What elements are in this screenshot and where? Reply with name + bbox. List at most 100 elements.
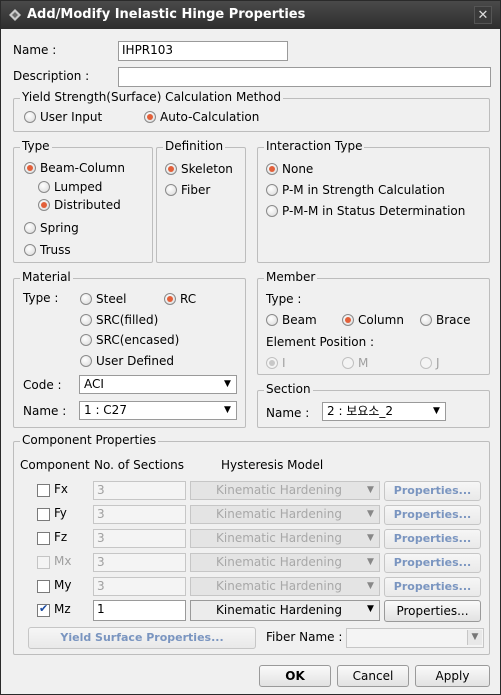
steel-radio[interactable]: Steel bbox=[80, 291, 126, 307]
interaction-pmm-radio[interactable]: P-M-M in Status Determination bbox=[266, 203, 465, 219]
element-position-label: Element Position : bbox=[266, 335, 375, 349]
fx-label: Fx bbox=[54, 482, 69, 496]
src-filled-radio[interactable]: SRC(filled) bbox=[80, 312, 158, 328]
description-label: Description : bbox=[13, 69, 90, 83]
fy-checkbox[interactable] bbox=[37, 508, 50, 521]
material-type-label: Type : bbox=[23, 291, 59, 305]
chevron-down-icon: ▼ bbox=[220, 377, 235, 392]
radio-dot bbox=[144, 111, 156, 123]
mz-label: Mz bbox=[54, 602, 71, 616]
chevron-down-icon: ▼ bbox=[363, 579, 378, 594]
column-radio[interactable]: Column bbox=[342, 312, 404, 328]
user-input-radio[interactable]: User Input bbox=[24, 109, 102, 125]
rc-radio[interactable]: RC bbox=[164, 291, 196, 307]
lumped-radio[interactable]: Lumped bbox=[38, 179, 102, 195]
mx-properties-button[interactable]: Properties... bbox=[384, 553, 481, 573]
mx-label: Mx bbox=[54, 554, 72, 568]
name-label: Name : bbox=[13, 43, 57, 57]
mz-properties-button[interactable]: Properties... bbox=[384, 600, 481, 622]
definition-title: Definition bbox=[163, 139, 226, 153]
interaction-none-radio[interactable]: None bbox=[266, 161, 313, 177]
yield-method-title: Yield Strength(Surface) Calculation Meth… bbox=[20, 90, 283, 104]
close-icon[interactable]: ✕ bbox=[474, 6, 492, 24]
beam-radio[interactable]: Beam bbox=[266, 312, 317, 328]
fiber-name-label: Fiber Name : bbox=[266, 630, 343, 644]
chevron-down-icon: ▼ bbox=[363, 531, 378, 546]
title-bar[interactable]: Add/Modify Inelastic Hinge Properties ✕ bbox=[1, 1, 500, 29]
mz-sections-field[interactable]: 1 bbox=[93, 600, 186, 621]
mz-checkbox[interactable] bbox=[37, 602, 50, 617]
interaction-type-group: Interaction Type None P-M in Strength Ca… bbox=[257, 139, 490, 263]
description-field[interactable] bbox=[118, 67, 491, 87]
chevron-down-icon: ▼ bbox=[467, 630, 482, 645]
position-m-radio[interactable]: M bbox=[342, 355, 368, 371]
user-defined-radio[interactable]: User Defined bbox=[80, 353, 174, 369]
mx-checkbox[interactable] bbox=[37, 556, 50, 569]
my-hysteresis-dropdown[interactable]: Kinematic Hardening ▼ bbox=[190, 577, 380, 596]
member-type-label: Type : bbox=[266, 292, 302, 306]
cancel-button[interactable]: Cancel bbox=[337, 665, 409, 687]
my-properties-button[interactable]: Properties... bbox=[384, 577, 481, 597]
position-i-radio[interactable]: I bbox=[266, 355, 286, 371]
position-j-radio[interactable]: J bbox=[420, 355, 440, 371]
section-title: Section bbox=[264, 382, 313, 396]
section-name-dropdown[interactable]: 2 : 보요소_2 ▼ bbox=[322, 402, 446, 421]
fy-sections-field[interactable]: 3 bbox=[93, 505, 186, 524]
fz-checkbox[interactable] bbox=[37, 532, 50, 545]
apply-button[interactable]: Apply bbox=[415, 665, 490, 687]
skeleton-radio[interactable]: Skeleton bbox=[165, 161, 233, 177]
type-title: Type bbox=[20, 139, 52, 153]
fy-hysteresis-dropdown[interactable]: Kinematic Hardening ▼ bbox=[190, 505, 380, 524]
member-title: Member bbox=[264, 270, 318, 284]
name-field[interactable]: IHPR103 bbox=[118, 41, 288, 61]
section-name-label: Name : bbox=[266, 406, 310, 420]
interaction-pm-radio[interactable]: P-M in Strength Calculation bbox=[266, 182, 445, 198]
src-encased-radio[interactable]: SRC(encased) bbox=[80, 332, 179, 348]
code-dropdown[interactable]: ACI ▼ bbox=[79, 375, 237, 394]
component-properties-group: Component Properties Component No. of Se… bbox=[13, 433, 490, 655]
dialog-window: Add/Modify Inelastic Hinge Properties ✕ … bbox=[0, 0, 501, 695]
my-sections-field[interactable]: 3 bbox=[93, 577, 186, 596]
yield-method-group: Yield Strength(Surface) Calculation Meth… bbox=[13, 90, 490, 132]
fx-sections-field[interactable]: 3 bbox=[93, 481, 186, 500]
mx-hysteresis-dropdown[interactable]: Kinematic Hardening ▼ bbox=[190, 553, 380, 572]
material-title: Material bbox=[20, 270, 73, 284]
column-header-sections: No. of Sections bbox=[94, 458, 184, 472]
fz-hysteresis-dropdown[interactable]: Kinematic Hardening ▼ bbox=[190, 529, 380, 548]
chevron-down-icon: ▼ bbox=[429, 404, 444, 419]
chevron-down-icon: ▼ bbox=[220, 403, 235, 418]
material-name-label: Name : bbox=[23, 404, 67, 418]
beam-column-radio[interactable]: Beam-Column bbox=[24, 160, 125, 176]
fiber-name-dropdown[interactable]: ▼ bbox=[346, 628, 484, 648]
fy-properties-button[interactable]: Properties... bbox=[384, 505, 481, 525]
fz-properties-button[interactable]: Properties... bbox=[384, 529, 481, 549]
column-header-component: Component bbox=[20, 458, 90, 472]
spring-radio[interactable]: Spring bbox=[24, 220, 79, 236]
fx-hysteresis-dropdown[interactable]: Kinematic Hardening ▼ bbox=[190, 481, 380, 500]
my-label: My bbox=[54, 578, 72, 592]
brace-radio[interactable]: Brace bbox=[420, 312, 471, 328]
fx-properties-button[interactable]: Properties... bbox=[384, 481, 481, 501]
chevron-down-icon: ▼ bbox=[363, 507, 378, 522]
member-group: Member Type : Beam Column Brace Element … bbox=[257, 270, 490, 375]
window-title: Add/Modify Inelastic Hinge Properties bbox=[27, 7, 306, 22]
auto-calculation-radio[interactable]: Auto-Calculation bbox=[144, 109, 259, 125]
distributed-radio[interactable]: Distributed bbox=[38, 197, 121, 213]
radio-dot bbox=[24, 111, 36, 123]
my-checkbox[interactable] bbox=[37, 580, 50, 593]
ok-button[interactable]: OK bbox=[259, 665, 331, 687]
fz-sections-field[interactable]: 3 bbox=[93, 529, 186, 548]
truss-radio[interactable]: Truss bbox=[24, 242, 71, 258]
interaction-type-title: Interaction Type bbox=[264, 139, 365, 153]
fx-checkbox[interactable] bbox=[37, 484, 50, 497]
mx-sections-field[interactable]: 3 bbox=[93, 553, 186, 572]
chevron-down-icon: ▼ bbox=[363, 555, 378, 570]
fz-label: Fz bbox=[54, 530, 68, 544]
fy-label: Fy bbox=[54, 506, 67, 520]
code-label: Code : bbox=[23, 378, 62, 392]
material-name-dropdown[interactable]: 1 : C27 ▼ bbox=[79, 401, 237, 420]
fiber-radio[interactable]: Fiber bbox=[165, 182, 210, 198]
yield-surface-properties-button[interactable]: Yield Surface Properties... bbox=[28, 627, 256, 649]
mz-hysteresis-dropdown[interactable]: Kinematic Hardening ▼ bbox=[190, 600, 380, 621]
chevron-down-icon: ▼ bbox=[363, 483, 378, 498]
